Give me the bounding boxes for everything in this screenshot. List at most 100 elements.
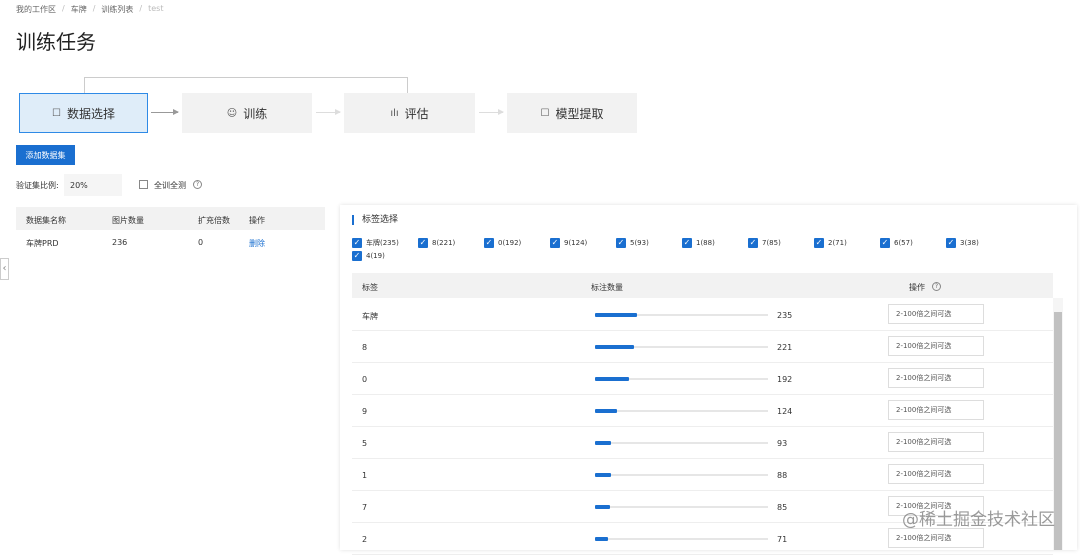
step-arrow xyxy=(316,109,341,115)
tag-label: 3(38) xyxy=(960,239,979,247)
evaluate-icon: ılı xyxy=(390,107,399,119)
help-icon[interactable]: ? xyxy=(193,180,202,189)
step-evaluate[interactable]: ılı 评估 xyxy=(344,93,475,133)
multiplier-input[interactable]: 2-100倍之间可选 xyxy=(888,432,984,452)
table-row: 车牌PRD 236 0 删除 xyxy=(16,230,325,255)
all-train-checkbox[interactable] xyxy=(139,180,148,189)
label-table-header: 标签 标注数量 操作 ? xyxy=(352,273,1053,298)
tag-checkbox[interactable]: ✓ 5(93) xyxy=(616,238,649,248)
check-icon: ✓ xyxy=(418,238,428,248)
count-value: 124 xyxy=(777,407,793,416)
multiplier-input[interactable]: 2-100倍之间可选 xyxy=(888,304,984,324)
count-value: 88 xyxy=(777,471,788,480)
table-row: 8 221 2-100倍之间可选 xyxy=(352,331,1053,363)
tag-checkbox[interactable]: ✓ 8(221) xyxy=(418,238,455,248)
breadcrumb-current: test xyxy=(148,4,164,13)
tag-checkbox[interactable]: ✓ 车牌(235) xyxy=(352,238,399,248)
scrollbar-thumb[interactable] xyxy=(1054,312,1062,550)
multiplier-input[interactable]: 2-100倍之间可选 xyxy=(888,336,984,356)
step-label: 模型提取 xyxy=(555,106,604,121)
multiplier: 0 xyxy=(198,238,204,247)
validation-ratio-input[interactable] xyxy=(64,174,122,196)
tag-checkbox[interactable]: ✓ 3(38) xyxy=(946,238,979,248)
breadcrumb-workspace[interactable]: 我的工作区 xyxy=(16,4,56,15)
dataset-name: 车牌PRD xyxy=(26,239,59,248)
table-row: 9 124 2-100倍之间可选 xyxy=(352,395,1053,427)
table-row: 0 192 2-100倍之间可选 xyxy=(352,363,1053,395)
table-header: 数据集名称 图片数量 扩充倍数 操作 xyxy=(16,207,325,230)
tag-checkbox[interactable]: ✓ 7(85) xyxy=(748,238,781,248)
multiplier-input[interactable]: 2-100倍之间可选 xyxy=(888,400,984,420)
check-icon: ✓ xyxy=(352,251,362,261)
breadcrumb-train-list[interactable]: 训练列表 xyxy=(101,4,133,15)
count-value: 221 xyxy=(777,343,793,352)
tag-label: 5(93) xyxy=(630,239,649,247)
tag-checkbox[interactable]: ✓ 9(124) xyxy=(550,238,587,248)
count-bar-fill xyxy=(595,441,612,445)
count-value: 93 xyxy=(777,439,788,448)
table-row: 1 88 2-100倍之间可选 xyxy=(352,459,1053,491)
count-value: 71 xyxy=(777,535,788,544)
model-extract-icon: ☐ xyxy=(540,107,550,119)
check-icon: ✓ xyxy=(880,238,890,248)
help-icon[interactable]: ? xyxy=(932,282,941,291)
watermark: @稀土掘金技术社区 xyxy=(902,510,1055,530)
step-model-extract[interactable]: ☐ 模型提取 xyxy=(507,93,637,133)
collapse-handle[interactable]: ‹ xyxy=(0,258,9,280)
tag-label: 2(71) xyxy=(828,239,847,247)
count-bar xyxy=(595,377,768,381)
col-operation: 操作 xyxy=(909,283,925,292)
check-icon: ✓ xyxy=(616,238,626,248)
image-count: 236 xyxy=(112,238,128,247)
delete-link[interactable]: 删除 xyxy=(249,238,265,249)
tag-checkbox[interactable]: ✓ 4(19) xyxy=(352,251,385,261)
step-train[interactable]: ☺ 训练 xyxy=(182,93,312,133)
table-row: 5 93 2-100倍之间可选 xyxy=(352,427,1053,459)
col-annotation-count: 标注数量 xyxy=(591,283,623,292)
breadcrumb: 我的工作区 / 车牌 / 训练列表 / test xyxy=(16,4,164,15)
tag-label: 7(85) xyxy=(762,239,781,247)
col-label: 标签 xyxy=(362,283,378,292)
tag-label: 车牌(235) xyxy=(366,239,399,247)
check-icon: ✓ xyxy=(814,238,824,248)
count-value: 192 xyxy=(777,375,793,384)
count-bar xyxy=(595,473,768,477)
count-bar-fill xyxy=(595,505,611,509)
label-name: 2 xyxy=(362,535,368,544)
check-icon: ✓ xyxy=(484,238,494,248)
all-train-label: 全训全测 xyxy=(154,181,186,190)
count-value: 85 xyxy=(777,503,788,512)
label-name: 9 xyxy=(362,407,368,416)
col-image-count: 图片数量 xyxy=(112,216,144,225)
label-panel-title: 标签选择 xyxy=(352,215,398,225)
count-bar xyxy=(595,441,768,445)
tag-checkbox[interactable]: ✓ 1(88) xyxy=(682,238,715,248)
multiplier-input[interactable]: 2-100倍之间可选 xyxy=(888,368,984,388)
col-multiplier: 扩充倍数 xyxy=(198,216,230,225)
count-bar xyxy=(595,409,768,413)
count-bar-fill xyxy=(595,377,629,381)
count-bar xyxy=(595,345,768,349)
breadcrumb-plate[interactable]: 车牌 xyxy=(71,4,87,15)
step-data-select[interactable]: ☐ 数据选择 xyxy=(19,93,148,133)
tag-checkbox[interactable]: ✓ 6(57) xyxy=(880,238,913,248)
tag-label: 4(19) xyxy=(366,252,385,260)
tag-label: 0(192) xyxy=(498,239,522,247)
dataset-table: 数据集名称 图片数量 扩充倍数 操作 车牌PRD 236 0 删除 xyxy=(16,207,325,255)
tag-checkbox[interactable]: ✓ 2(71) xyxy=(814,238,847,248)
label-name: 车牌 xyxy=(362,312,378,321)
label-name: 8 xyxy=(362,343,368,352)
tag-label: 9(124) xyxy=(564,239,588,247)
step-label: 数据选择 xyxy=(66,106,115,121)
add-dataset-button[interactable]: 添加数据集 xyxy=(16,145,75,165)
tag-checkbox[interactable]: ✓ 0(192) xyxy=(484,238,521,248)
check-icon: ✓ xyxy=(748,238,758,248)
step-arrow xyxy=(151,109,179,115)
data-select-icon: ☐ xyxy=(52,107,61,119)
count-bar xyxy=(595,313,768,317)
label-panel: 标签选择 ✓ 车牌(235) ✓ 8(221) ✓ 0(192) ✓ 9(124) ✓ 5(93)… xyxy=(340,205,1077,555)
count-bar-fill xyxy=(595,473,611,477)
tag-label: 6(57) xyxy=(894,239,913,247)
multiplier-input[interactable]: 2-100倍之间可选 xyxy=(888,528,984,548)
multiplier-input[interactable]: 2-100倍之间可选 xyxy=(888,464,984,484)
